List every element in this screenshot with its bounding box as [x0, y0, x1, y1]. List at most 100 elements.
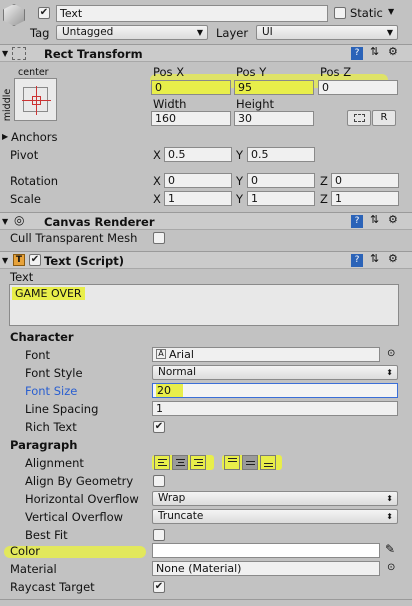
gear-icon[interactable]: ⚙ [388, 253, 398, 265]
align-middle-button[interactable] [242, 455, 258, 470]
cull-label: Cull Transparent Mesh [10, 231, 138, 245]
h-overflow-dropdown[interactable]: Wrap ⬍ [152, 491, 398, 506]
preset-sliders-icon[interactable]: ⇅ [370, 253, 379, 265]
tag-value: Untagged [62, 26, 114, 38]
raw-edit-button[interactable]: R [372, 110, 396, 126]
canvas-renderer-header[interactable]: ▼ ◎ Canvas Renderer ? ⇅ ⚙ [0, 212, 412, 230]
best-fit-checkbox[interactable] [153, 529, 165, 541]
scale-y-field[interactable]: 1 [247, 191, 315, 206]
rect-transform-header[interactable]: ▼ Rect Transform ? ⇅ ⚙ [0, 44, 412, 62]
h-overflow-value: Wrap [158, 492, 186, 504]
enabled-checkbox[interactable]: ✔ [29, 254, 41, 266]
paragraph-header: Paragraph [10, 438, 78, 452]
dashed-rect-icon [354, 114, 365, 122]
pos-x-field[interactable]: 0 [151, 80, 231, 95]
help-book-icon[interactable]: ? [351, 47, 363, 60]
preset-sliders-icon[interactable]: ⇅ [370, 214, 379, 226]
scale-z-axis: Z [320, 192, 328, 206]
font-size-field[interactable]: 20 [152, 383, 398, 398]
font-style-value: Normal [158, 366, 196, 378]
font-style-label: Font Style [25, 366, 83, 380]
material-field[interactable]: None (Material) [152, 561, 380, 576]
align-center-button[interactable] [172, 455, 188, 470]
text-area[interactable]: GAME OVER [9, 284, 399, 326]
rect-transform-icon [12, 47, 26, 60]
font-field[interactable]: A Arial [152, 347, 380, 362]
layer-label: Layer [216, 26, 249, 40]
color-swatch[interactable] [152, 543, 380, 558]
pivot-x-axis: X [153, 148, 161, 162]
active-checkbox[interactable]: ✔ [38, 7, 50, 19]
scale-x-field[interactable]: 1 [164, 191, 232, 206]
object-picker-icon[interactable]: ⊙ [387, 348, 395, 360]
pivot-y-field[interactable]: 0.5 [247, 147, 315, 162]
pos-y-field[interactable]: 95 [234, 80, 314, 95]
align-by-geometry-checkbox[interactable] [153, 475, 165, 487]
layer-dropdown[interactable]: UI ▼ [256, 25, 398, 40]
raycast-checkbox[interactable]: ✔ [153, 581, 165, 593]
font-style-dropdown[interactable]: Normal ⬍ [152, 365, 398, 380]
vertical-alignment-group [222, 455, 282, 470]
chevron-updown-icon: ⬍ [386, 368, 393, 377]
rich-text-label: Rich Text [25, 420, 77, 434]
cull-checkbox[interactable] [153, 232, 165, 244]
font-value: Arial [169, 348, 194, 361]
chevron-updown-icon: ⬍ [386, 494, 393, 503]
best-fit-label: Best Fit [25, 528, 68, 542]
pos-x-label: Pos X [153, 65, 185, 79]
component-title: Rect Transform [44, 47, 143, 61]
rich-text-checkbox[interactable]: ✔ [153, 421, 165, 433]
rot-z-field[interactable]: 0 [331, 173, 399, 188]
blueprint-mode-button[interactable] [347, 110, 371, 126]
divider [0, 599, 412, 600]
h-overflow-label: Horizontal Overflow [25, 492, 139, 506]
raycast-label: Raycast Target [10, 580, 95, 594]
line-spacing-field[interactable]: 1 [152, 401, 398, 416]
align-by-geometry-label: Align By Geometry [25, 474, 134, 488]
foldout-arrow-icon[interactable]: ▼ [2, 216, 8, 228]
v-overflow-dropdown[interactable]: Truncate ⬍ [152, 509, 398, 524]
align-bottom-button[interactable] [260, 455, 276, 470]
static-checkbox[interactable] [334, 7, 346, 19]
align-top-button[interactable] [224, 455, 240, 470]
pivot-x-field[interactable]: 0.5 [164, 147, 232, 162]
rot-y-field[interactable]: 0 [247, 173, 315, 188]
foldout-arrow-icon[interactable]: ▶ [2, 131, 8, 143]
rot-y-axis: Y [236, 174, 244, 188]
scale-z-field[interactable]: 1 [331, 191, 399, 206]
tag-dropdown[interactable]: Untagged ▼ [56, 25, 208, 40]
rot-x-field[interactable]: 0 [164, 173, 232, 188]
height-field[interactable]: 30 [234, 111, 314, 126]
v-overflow-value: Truncate [158, 510, 204, 522]
gear-icon[interactable]: ⚙ [388, 46, 398, 58]
object-picker-icon[interactable]: ⊙ [387, 562, 395, 574]
anchor-presets-button[interactable] [14, 78, 57, 121]
foldout-arrow-icon[interactable]: ▼ [2, 48, 8, 60]
tag-label: Tag [30, 26, 50, 40]
chevron-updown-icon: ⬍ [386, 512, 393, 521]
gameobject-icon [3, 4, 25, 26]
foldout-arrow-icon[interactable]: ▼ [2, 255, 8, 267]
gameobject-name-field[interactable]: Text [56, 5, 328, 22]
alignment-label: Alignment [25, 456, 84, 470]
v-overflow-label: Vertical Overflow [25, 510, 124, 524]
align-left-button[interactable] [154, 455, 170, 470]
text-script-header[interactable]: ▼ T ✔ Text (Script) ? ⇅ ⚙ [0, 251, 412, 269]
font-size-value: 20 [156, 384, 183, 397]
pos-z-field[interactable]: 0 [318, 80, 398, 95]
rotation-label: Rotation [10, 174, 59, 188]
help-book-icon[interactable]: ? [351, 215, 363, 228]
help-book-icon[interactable]: ? [351, 254, 363, 267]
font-size-label: Font Size [25, 384, 78, 398]
width-field[interactable]: 160 [151, 111, 231, 126]
preset-sliders-icon[interactable]: ⇅ [370, 46, 379, 58]
static-label: Static [350, 6, 383, 20]
gear-icon[interactable]: ⚙ [388, 214, 398, 226]
chevron-down-icon[interactable]: ▼ [388, 6, 394, 18]
pos-z-label: Pos Z [320, 65, 352, 79]
rot-x-axis: X [153, 174, 161, 188]
scale-y-axis: Y [236, 192, 244, 206]
align-right-button[interactable] [190, 455, 206, 470]
anchors-label[interactable]: Anchors [11, 130, 58, 144]
eyedropper-icon[interactable]: ✎ [385, 543, 395, 555]
